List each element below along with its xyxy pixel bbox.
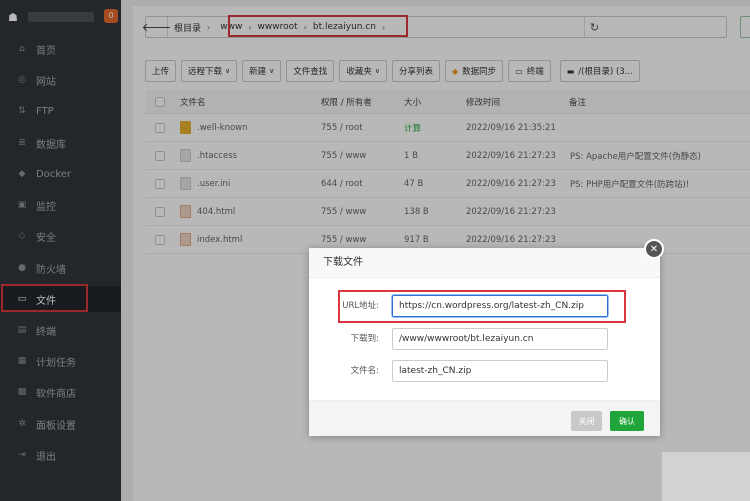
dialog-close-button[interactable]: 关闭 <box>571 411 602 431</box>
close-icon[interactable]: ✕ <box>644 239 664 259</box>
confirm-button[interactable]: 确认 <box>610 411 644 431</box>
overlay-corner <box>662 452 750 501</box>
url-input[interactable]: https://cn.wordpress.org/latest-zh_CN.zi… <box>392 295 608 317</box>
filename-row: 文件名: latest-zh_CN.zip <box>309 360 660 382</box>
filename-input[interactable]: latest-zh_CN.zip <box>392 360 608 382</box>
filename-label: 文件名: <box>350 366 379 376</box>
url-label: URL地址: <box>342 301 379 311</box>
url-row: URL地址: https://cn.wordpress.org/latest-z… <box>309 295 660 317</box>
dialog-footer: 关闭 确认 <box>309 400 660 436</box>
download-file-dialog: 下载文件 ✕ URL地址: https://cn.wordpress.org/l… <box>309 239 664 436</box>
dest-label: 下载到: <box>350 334 379 344</box>
dest-input[interactable]: /www/wwwroot/bt.lezaiyun.cn <box>392 328 608 350</box>
dest-row: 下载到: /www/wwwroot/bt.lezaiyun.cn <box>309 328 660 350</box>
dialog-title: 下载文件 <box>309 248 660 278</box>
